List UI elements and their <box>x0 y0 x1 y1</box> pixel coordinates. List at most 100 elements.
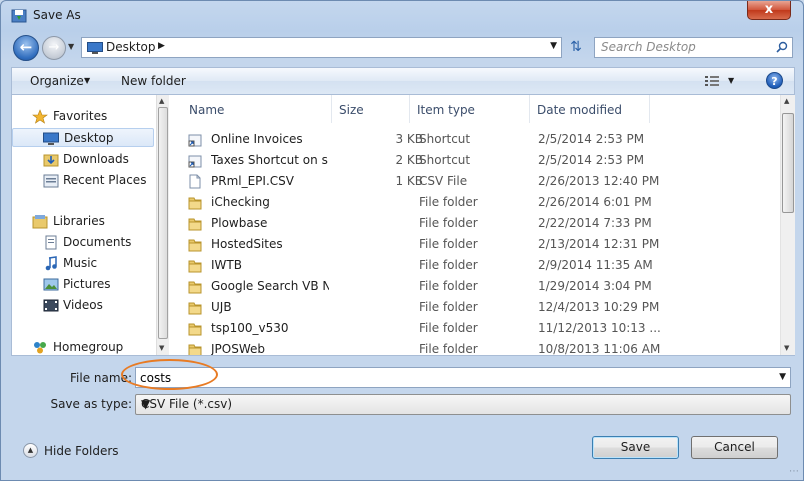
file-type: Shortcut <box>419 153 471 167</box>
save-as-dialog: Save As x ← → ▼ Desktop ▶ ▼ ⇅ Search Des… <box>0 0 804 481</box>
nav-libraries[interactable]: Libraries <box>12 212 154 231</box>
file-row[interactable]: tsp100_v530 File folder 11/12/2013 10:13 .… <box>188 318 778 339</box>
file-name: Taxes Shortcut on s... <box>211 153 329 167</box>
save-as-type-select[interactable]: CSV File (*.csv) ▼ <box>135 394 791 415</box>
file-row[interactable]: Online Invoices 3 KB Shortcut 2/5/2014 2:53… <box>188 129 778 150</box>
file-name-dropdown-icon[interactable]: ▼ <box>779 372 786 382</box>
navigation-scrollbar[interactable]: ▲ ▼ <box>156 95 169 355</box>
save-button[interactable]: Save <box>592 436 679 459</box>
nav-desktop[interactable]: Desktop <box>12 128 154 147</box>
file-row[interactable]: Taxes Shortcut on s... 2 KB Shortcut 2/5/20… <box>188 150 778 171</box>
file-size: 3 KB <box>395 132 423 146</box>
new-folder-button[interactable]: New folder <box>121 74 186 88</box>
file-date: 2/5/2014 2:53 PM <box>538 153 645 167</box>
scroll-up-icon[interactable]: ▲ <box>784 97 789 105</box>
file-date: 2/26/2013 12:40 PM <box>538 174 660 188</box>
nav-label: Documents <box>63 235 132 249</box>
back-button[interactable]: ← <box>13 35 39 61</box>
column-header-date[interactable]: Date modified <box>530 95 650 123</box>
nav-label: Homegroup <box>53 340 124 354</box>
file-type: CSV File <box>419 174 468 188</box>
nav-videos[interactable]: Videos <box>12 296 154 315</box>
search-input[interactable]: Search Desktop <box>594 37 793 58</box>
view-dropdown-icon[interactable]: ▼ <box>728 76 734 85</box>
nav-homegroup[interactable]: Homegroup <box>12 338 154 355</box>
nav-recent-places[interactable]: Recent Places <box>12 171 154 190</box>
scroll-thumb[interactable] <box>782 113 794 213</box>
nav-label: Music <box>63 256 98 270</box>
file-list-scrollbar[interactable]: ▲ ▼ <box>780 95 795 355</box>
homegroup-icon <box>34 342 46 354</box>
csv-file-icon <box>189 174 201 189</box>
organize-dropdown-icon[interactable]: ▼ <box>84 76 90 85</box>
folder-icon <box>188 239 202 252</box>
view-options-icon[interactable] <box>704 74 720 88</box>
file-name: Plowbase <box>211 216 268 230</box>
file-row[interactable]: iChecking File folder 2/26/2014 6:01 PM <box>188 192 778 213</box>
desktop-icon <box>87 42 103 54</box>
file-name-label: File name: <box>70 371 132 385</box>
collapse-arrow-icon: ▲ <box>23 443 38 458</box>
highlight-circle <box>121 359 218 390</box>
window-title: Save As <box>33 8 81 22</box>
nav-pictures[interactable]: Pictures <box>12 275 154 294</box>
nav-music[interactable]: Music <box>12 254 154 273</box>
file-name-field[interactable]: ▼ <box>135 367 791 388</box>
column-header-name[interactable]: Name <box>182 95 332 123</box>
file-name: Online Invoices <box>211 132 303 146</box>
breadcrumb-arrow-icon[interactable]: ▶ <box>158 41 165 51</box>
nav-documents[interactable]: Documents <box>12 233 154 252</box>
nav-label: Videos <box>63 298 103 312</box>
downloads-folder-icon <box>43 154 59 167</box>
column-label: Date modified <box>537 103 623 117</box>
folder-icon <box>188 197 202 210</box>
help-button[interactable]: ? <box>766 72 783 89</box>
file-row[interactable]: Plowbase File folder 2/22/2014 7:33 PM <box>188 213 778 234</box>
nav-label: Libraries <box>53 214 105 228</box>
forward-button[interactable]: → <box>42 36 66 60</box>
refresh-button[interactable]: ⇅ <box>564 37 588 58</box>
column-header-size[interactable]: Size <box>332 95 410 123</box>
address-location[interactable]: Desktop <box>106 40 156 54</box>
star-icon <box>32 109 48 124</box>
address-dropdown-icon[interactable]: ▼ <box>550 41 557 51</box>
file-row[interactable]: PRml_EPI.CSV 1 KB CSV File 2/26/2013 12:40 … <box>188 171 778 192</box>
scroll-up-icon[interactable]: ▲ <box>159 97 164 105</box>
nav-label: Favorites <box>53 109 108 123</box>
cancel-button[interactable]: Cancel <box>691 436 778 459</box>
scroll-thumb[interactable] <box>158 107 168 339</box>
file-name-input[interactable] <box>140 369 760 386</box>
file-row[interactable]: JPOSWeb File folder 10/8/2013 11:06 AM <box>188 339 778 355</box>
select-dropdown-icon[interactable]: ▼ <box>141 397 786 411</box>
file-date: 2/5/2014 2:53 PM <box>538 132 645 146</box>
file-date: 2/13/2014 12:31 PM <box>538 237 660 251</box>
save-as-type-label: Save as type: <box>50 397 132 411</box>
file-type: File folder <box>419 342 478 355</box>
file-date: 12/4/2013 10:29 PM <box>538 300 660 314</box>
folder-icon <box>188 260 202 273</box>
nav-downloads[interactable]: Downloads <box>12 150 154 169</box>
file-row[interactable]: Google Search VB N... File folder 1/29/201… <box>188 276 778 297</box>
recent-pages-dropdown-icon[interactable]: ▼ <box>68 42 74 51</box>
file-row[interactable]: UJB File folder 12/4/2013 10:29 PM <box>188 297 778 318</box>
command-toolbar: Organize ▼ New folder ▼ ? <box>11 67 795 94</box>
file-row[interactable]: HostedSites File folder 2/13/2014 12:31 PM <box>188 234 778 255</box>
file-row[interactable]: IWTB File folder 2/9/2014 11:35 AM <box>188 255 778 276</box>
column-label: Name <box>189 103 225 117</box>
file-type: File folder <box>419 321 478 335</box>
file-name: PRml_EPI.CSV <box>211 174 294 188</box>
file-date: 2/22/2014 7:33 PM <box>538 216 652 230</box>
file-name: tsp100_v530 <box>211 321 289 335</box>
nav-favorites[interactable]: Favorites <box>12 107 154 126</box>
organize-button[interactable]: Organize <box>30 74 84 88</box>
column-header-type[interactable]: Item type <box>410 95 530 123</box>
documents-icon <box>45 235 57 250</box>
search-icon[interactable] <box>776 41 788 53</box>
address-bar[interactable]: Desktop ▶ ▼ <box>81 37 562 58</box>
scroll-down-icon[interactable]: ▼ <box>159 344 164 352</box>
resize-grip-icon[interactable]: ⋯ <box>789 466 799 477</box>
recent-places-icon <box>43 174 59 188</box>
file-date: 11/12/2013 10:13 ... <box>538 321 661 335</box>
close-button[interactable]: x <box>747 1 791 20</box>
scroll-down-icon[interactable]: ▼ <box>784 344 789 352</box>
